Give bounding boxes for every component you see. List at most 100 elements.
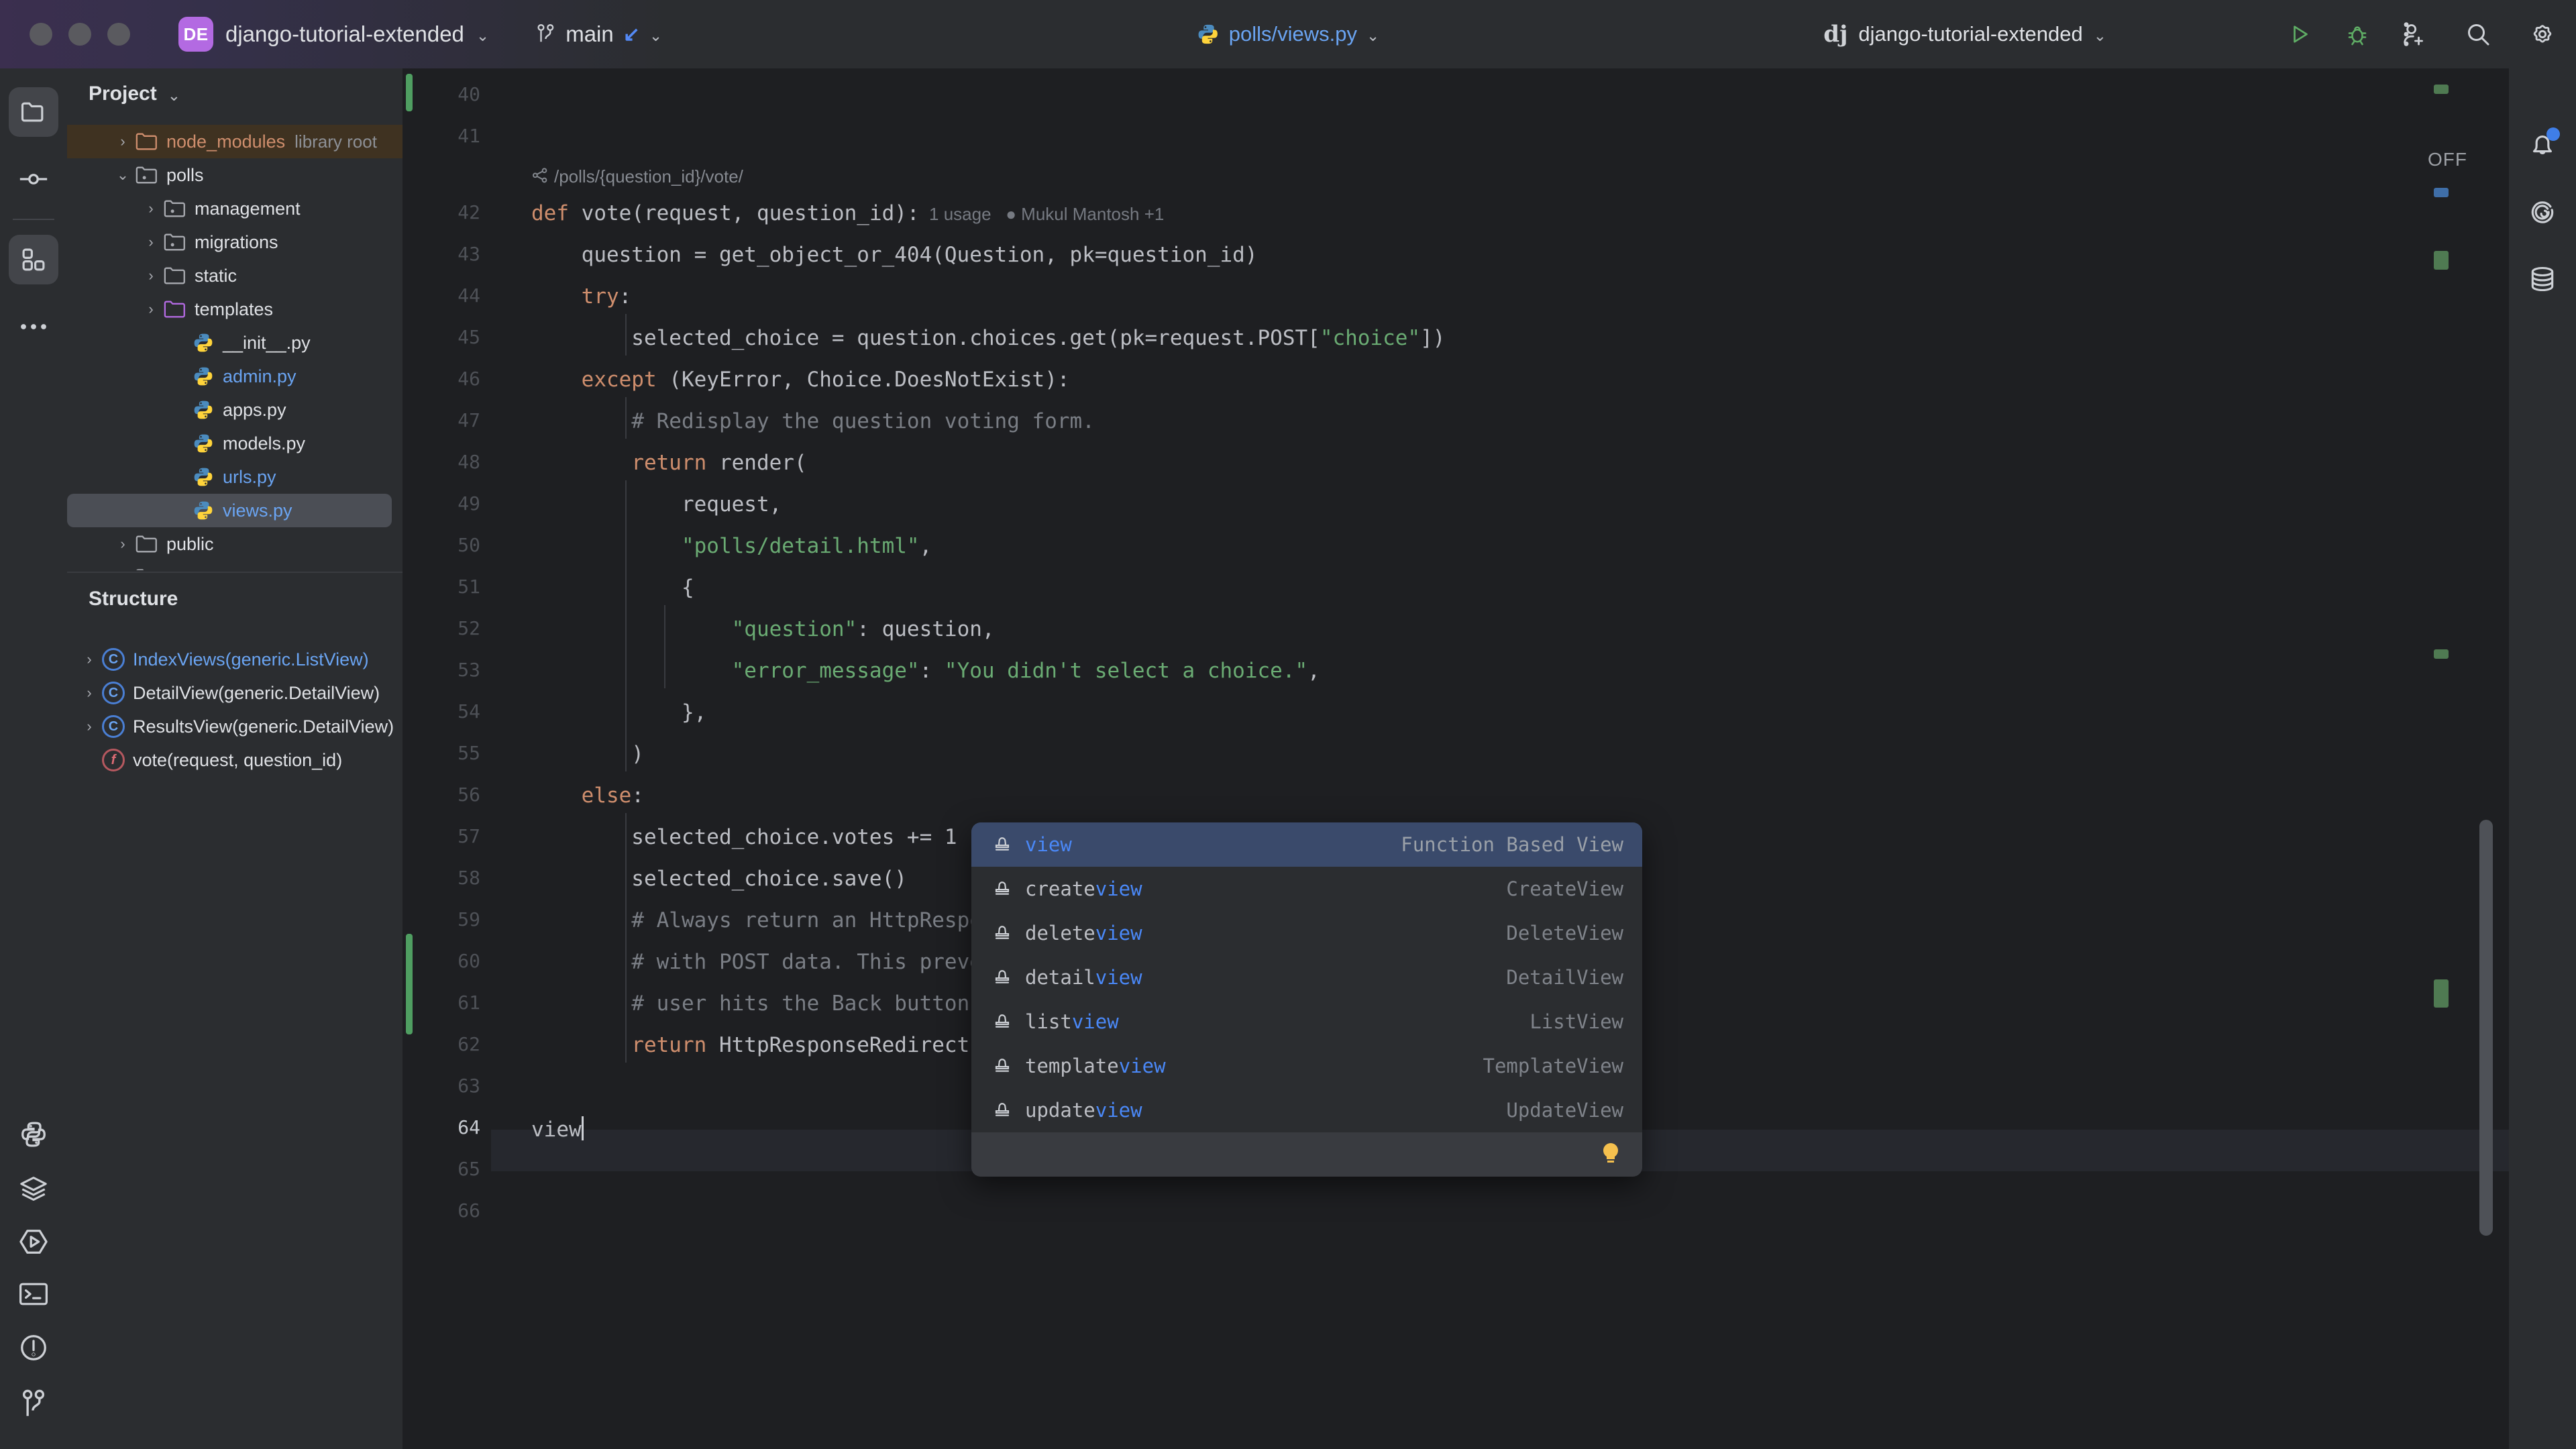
structure-row[interactable]: ›CDetailView(generic.DetailView): [67, 676, 402, 710]
code-line[interactable]: },: [531, 700, 706, 724]
run-icon[interactable]: [2288, 22, 2312, 46]
marker-green[interactable]: [2434, 649, 2449, 659]
tree-row-models-py[interactable]: models.py: [67, 427, 402, 460]
tree-row-node-modules[interactable]: ›node_moduleslibrary root: [67, 125, 402, 158]
version-control-icon[interactable]: [19, 1389, 48, 1419]
code-line[interactable]: return render(: [531, 451, 807, 475]
autocomplete-item-detailview[interactable]: detailviewDetailView: [971, 955, 1642, 1000]
autocomplete-item-listview[interactable]: listviewListView: [971, 1000, 1642, 1044]
code-line[interactable]: try:: [531, 284, 631, 309]
python-console-icon[interactable]: [18, 1119, 49, 1150]
code-line[interactable]: selected_choice.votes += 1: [531, 825, 957, 849]
chevron-right-icon[interactable]: ›: [140, 233, 162, 251]
autocomplete-item-deleteview[interactable]: deleteviewDeleteView: [971, 911, 1642, 955]
marker-green[interactable]: [2434, 85, 2449, 94]
add-user-icon[interactable]: [2400, 21, 2427, 48]
editor-scrollbar[interactable]: [2479, 820, 2493, 1236]
code-line[interactable]: "error_message": "You didn't select a ch…: [531, 659, 1320, 683]
code-line[interactable]: else:: [531, 784, 644, 808]
tree-row-polls[interactable]: ⌄polls: [67, 158, 402, 192]
code-line[interactable]: question = get_object_or_404(Question, p…: [531, 243, 1258, 267]
chevron-right-icon[interactable]: ›: [78, 684, 101, 702]
problems-icon[interactable]: [18, 1332, 49, 1363]
tree-row-migrations[interactable]: ›migrations: [67, 225, 402, 259]
code-line[interactable]: ): [531, 742, 644, 766]
close-window-button[interactable]: [30, 23, 52, 46]
chevron-right-icon[interactable]: ›: [78, 718, 101, 735]
chevron-right-icon[interactable]: ›: [78, 651, 101, 668]
url-route-hint[interactable]: /polls/{question_id}/vote/: [531, 166, 743, 189]
branch-selector[interactable]: main ↙ ⌄: [536, 21, 662, 47]
sidebar-item-plugins[interactable]: [9, 235, 58, 284]
debug-icon[interactable]: [2345, 22, 2369, 46]
tree-row-src[interactable]: ›src: [67, 561, 402, 570]
database-layers-icon[interactable]: [18, 1175, 49, 1202]
lightbulb-icon[interactable]: [1602, 1143, 1619, 1166]
more-tool-windows-icon[interactable]: [9, 302, 58, 352]
autocomplete-item-createview[interactable]: createviewCreateView: [971, 867, 1642, 911]
chevron-right-icon[interactable]: ›: [140, 267, 162, 284]
notifications-bell-icon[interactable]: [2528, 130, 2557, 160]
autocomplete-item-view[interactable]: viewFunction Based View: [971, 822, 1642, 867]
vcs-change-marker[interactable]: [406, 934, 413, 1034]
code-line[interactable]: # user hits the Back button.: [531, 991, 982, 1016]
marker-blue[interactable]: [2434, 188, 2449, 197]
code-editor[interactable]: 4041424344454647484950515253545556575859…: [402, 68, 2509, 1449]
code-line[interactable]: request,: [531, 492, 782, 517]
chevron-right-icon[interactable]: ›: [140, 301, 162, 318]
code-line[interactable]: view: [531, 1116, 584, 1142]
vcs-change-marker[interactable]: [406, 74, 413, 111]
code-line[interactable]: "polls/detail.html",: [531, 534, 932, 558]
run-configuration-selector[interactable]: dj django-tutorial-extended ⌄: [1823, 21, 2106, 48]
project-panel-header[interactable]: Project ⌄: [67, 68, 402, 119]
autocomplete-item-updateview[interactable]: updateviewUpdateView: [971, 1088, 1642, 1132]
window-controls[interactable]: [30, 23, 130, 46]
project-tree[interactable]: ›node_moduleslibrary root⌄polls›manageme…: [67, 119, 402, 570]
marker-green[interactable]: [2434, 251, 2449, 270]
tree-row-admin-py[interactable]: admin.py: [67, 360, 402, 393]
chevron-right-icon[interactable]: ›: [140, 200, 162, 217]
code-line[interactable]: selected_choice.save(): [531, 867, 907, 891]
tree-row-public[interactable]: ›public: [67, 527, 402, 561]
current-file-selector[interactable]: polls/views.py ⌄: [1197, 22, 1380, 46]
tree-row-management[interactable]: ›management: [67, 192, 402, 225]
chevron-down-icon[interactable]: ⌄: [168, 88, 180, 103]
code-line[interactable]: except (KeyError, Choice.DoesNotExist):: [531, 368, 1070, 392]
django-icon: dj: [1823, 21, 1847, 48]
tree-row-templates[interactable]: ›templates: [67, 292, 402, 326]
autocomplete-item-templateview[interactable]: templateviewTemplateView: [971, 1044, 1642, 1088]
structure-row[interactable]: ›CIndexViews(generic.ListView): [67, 643, 402, 676]
sidebar-item-commit[interactable]: [9, 154, 58, 204]
chevron-right-icon[interactable]: ›: [111, 133, 134, 150]
sidebar-item-project[interactable]: [9, 87, 58, 137]
current-file-name: polls/views.py: [1229, 22, 1357, 46]
chevron-down-icon[interactable]: ⌄: [111, 166, 134, 184]
autocomplete-popup[interactable]: viewFunction Based ViewcreateviewCreateV…: [971, 822, 1642, 1177]
maximize-window-button[interactable]: [107, 23, 130, 46]
code-line[interactable]: # Redisplay the question voting form.: [531, 409, 1095, 433]
code-line[interactable]: "question": question,: [531, 617, 995, 641]
tree-row--init-py[interactable]: __init__.py: [67, 326, 402, 360]
chevron-right-icon[interactable]: ›: [111, 569, 134, 570]
database-icon[interactable]: [2528, 264, 2557, 294]
gear-icon[interactable]: [2529, 21, 2556, 48]
run-hex-icon[interactable]: [18, 1228, 49, 1256]
code-line[interactable]: selected_choice = question.choices.get(p…: [531, 326, 1445, 350]
structure-row[interactable]: ›CResultsView(generic.DetailView): [67, 710, 402, 743]
project-selector[interactable]: DE django-tutorial-extended ⌄: [178, 17, 489, 52]
code-canvas[interactable]: /polls/{question_id}/vote/def vote(reque…: [491, 68, 2509, 1449]
tree-row-static[interactable]: ›static: [67, 259, 402, 292]
ai-assistant-icon[interactable]: [2528, 197, 2557, 227]
search-icon[interactable]: [2465, 21, 2491, 48]
tree-row-urls-py[interactable]: urls.py: [67, 460, 402, 494]
minimize-window-button[interactable]: [68, 23, 91, 46]
marker-green[interactable]: [2434, 979, 2449, 1008]
structure-tree[interactable]: ›CIndexViews(generic.ListView)›CDetailVi…: [67, 625, 402, 777]
structure-row[interactable]: fvote(request, question_id): [67, 743, 402, 777]
chevron-right-icon[interactable]: ›: [111, 535, 134, 553]
terminal-icon[interactable]: [18, 1281, 49, 1307]
tree-row-views-py[interactable]: views.py: [67, 494, 392, 527]
code-line[interactable]: def vote(request, question_id): 1 usage …: [531, 201, 1164, 225]
code-line[interactable]: {: [531, 576, 694, 600]
tree-row-apps-py[interactable]: apps.py: [67, 393, 402, 427]
